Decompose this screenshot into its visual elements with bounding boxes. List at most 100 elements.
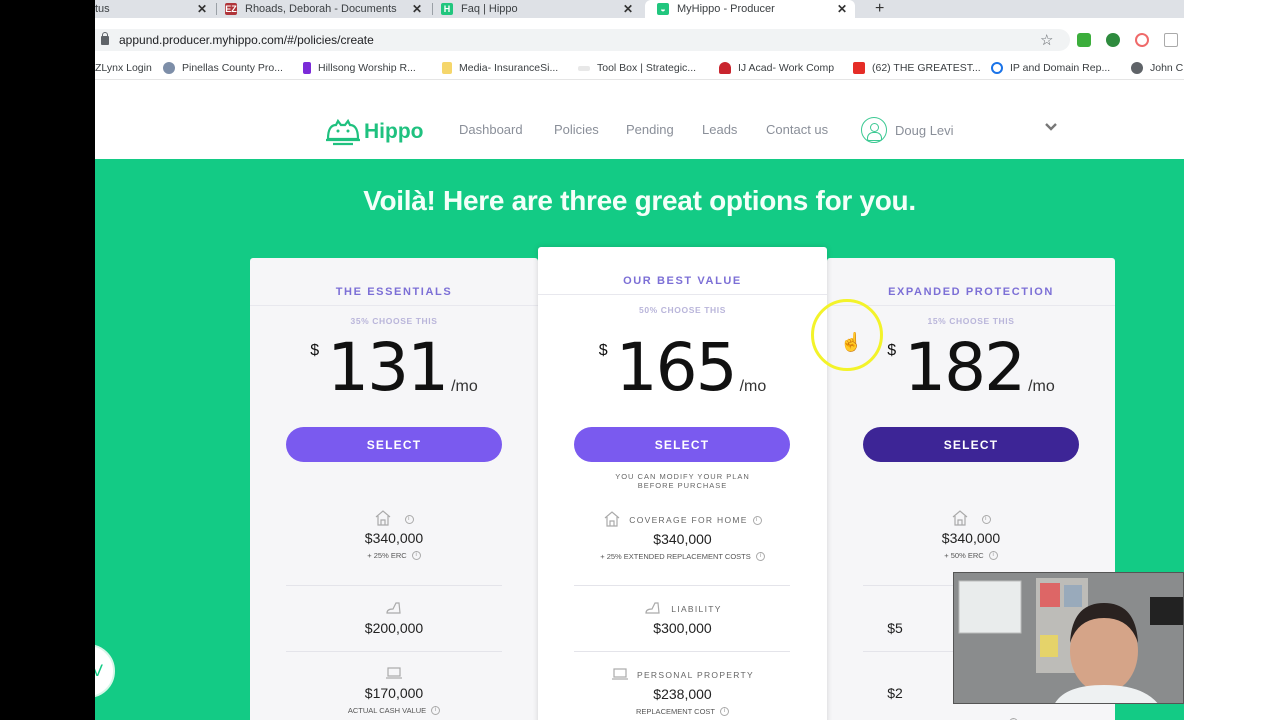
new-tab-button[interactable]: + [875,0,884,18]
info-icon[interactable]: i [720,707,730,716]
bookmark-youtube[interactable]: (62) THE GREATEST... [853,62,981,74]
bookmark-john[interactable]: John C [1131,62,1183,74]
bookmark-label: Tool Box | Strategic... [597,62,697,74]
divider [574,651,790,652]
modify-note-line: BEFORE PURCHASE [637,481,728,490]
bookmark-label: IJ Acad- Work Comp [738,62,835,74]
coverage-property-sub: REPLACEMENT COSTi [827,713,1115,720]
mountain-icon [578,65,590,71]
hippo-logo[interactable]: Hippo [324,117,423,147]
side-avatar-badge[interactable]: AV [95,644,115,698]
extension-green-icon[interactable] [1077,33,1091,47]
bookmark-label: (62) THE GREATEST... [872,62,981,74]
circle-icon [991,62,1003,74]
price-period: /mo [739,378,767,395]
screen-edge [1184,0,1280,720]
tab-status[interactable]: tus ✕ [95,0,215,18]
globe-icon [1131,62,1143,74]
close-tab-icon[interactable]: ✕ [412,2,422,16]
info-icon[interactable]: i [982,514,991,524]
bookmark-label: Pinellas County Pro... [182,62,283,74]
bookmark-ip-domain[interactable]: IP and Domain Rep... [991,62,1110,74]
house-icon [374,510,392,528]
close-tab-icon[interactable]: ✕ [623,2,633,16]
site-header: Hippo Dashboard Policies Pending Leads C… [95,81,1184,159]
user-name: Doug Levi [895,122,954,138]
price-amount: 165 [615,329,738,406]
select-best-value-button[interactable]: SELECT [574,427,790,462]
nav-leads[interactable]: Leads [702,122,737,137]
choose-percent: 35% CHOOSE THIS [350,316,438,326]
presenter-video-icon [954,573,1183,703]
tab-label: Faq | Hippo [461,3,518,15]
tab-label: tus [95,3,110,15]
user-avatar-icon [861,117,887,143]
house-icon [951,510,969,528]
coverage-value: $340,000 [941,530,1001,546]
currency: $ [887,342,897,359]
tab-myhippo-producer[interactable]: ◒ MyHippo - Producer ✕ [645,0,855,18]
coverage-value: $340,000 [364,530,424,546]
close-tab-icon[interactable]: ✕ [197,2,207,16]
tab-separator [432,3,433,15]
ij-icon [719,62,731,74]
nav-pending[interactable]: Pending [626,122,674,137]
coverage-sub: + 25% ERC [367,551,407,560]
divider [286,651,502,652]
bookmark-zlynx[interactable]: ZLynx Login [95,62,152,74]
chevron-down-icon[interactable] [1043,120,1059,134]
info-icon[interactable]: i [431,706,441,715]
bookmark-pinellas[interactable]: Pinellas County Pro... [163,62,283,74]
coverage-liability: LIABILITY $300,000 [538,601,827,636]
info-icon[interactable]: i [405,514,414,524]
currency: $ [310,342,320,359]
extension-swirl-icon[interactable] [1135,33,1149,47]
coverage-label: COVERAGE FOR HOME [629,515,748,525]
url-text: appund.producer.myhippo.com/#/policies/c… [119,33,374,47]
modify-note-line: YOU CAN MODIFY YOUR PLAN [615,472,750,481]
user-menu[interactable]: Doug Levi [861,117,954,143]
info-icon[interactable]: i [411,551,421,560]
close-tab-icon[interactable]: ✕ [837,2,847,16]
coverage-value: $200,000 [364,620,424,636]
nav-contact-us[interactable]: Contact us [766,122,828,137]
coverage-value: $238,000 [653,686,712,702]
price-amount: 182 [904,329,1026,406]
divider [574,585,790,586]
info-icon[interactable]: i [755,552,765,561]
nav-dashboard[interactable]: Dashboard [459,122,523,137]
bookmark-label: IP and Domain Rep... [1010,62,1111,74]
bookmark-toolbox[interactable]: Tool Box | Strategic... [578,62,696,74]
tab-faq-hippo[interactable]: H Faq | Hippo ✕ [441,0,641,18]
hippo-mascot-icon [326,118,360,146]
pandora-icon [303,62,311,74]
tab-strip: tus ✕ EZ Rhoads, Deborah - Documents ✕ H… [95,0,1184,18]
nav-policies[interactable]: Policies [554,122,599,137]
select-essentials-button[interactable]: SELECT [286,427,502,462]
coverage-value: $340,000 [653,531,712,547]
tab-label: MyHippo - Producer [677,3,775,15]
info-icon[interactable]: i [988,551,998,560]
extension-calendar-icon[interactable] [1164,33,1178,47]
info-icon[interactable]: i [752,515,762,525]
tab-rhoads-documents[interactable]: EZ Rhoads, Deborah - Documents ✕ [225,0,430,18]
bookmark-media[interactable]: Media- InsuranceSi... [442,62,558,74]
logo-text: Hippo [364,120,424,143]
plan-price: $ 165 /mo [538,329,827,406]
address-bar: appund.producer.myhippo.com/#/policies/c… [95,18,1184,58]
url-input[interactable]: appund.producer.myhippo.com/#/policies/c… [95,29,1070,51]
bookmark-label: Hillsong Worship R... [318,62,416,74]
tab-separator [216,3,217,15]
bookmark-ij-acad[interactable]: IJ Acad- Work Comp [719,62,834,74]
plan-title: OUR BEST VALUE [623,275,742,287]
coverage-value: $300,000 [653,620,712,636]
browser-window: tus ✕ EZ Rhoads, Deborah - Documents ✕ H… [95,0,1184,720]
bookmark-hillsong[interactable]: Hillsong Worship R... [303,62,416,74]
extension-check-icon[interactable] [1106,33,1120,47]
select-expanded-button[interactable]: SELECT [863,427,1079,462]
coverage-home: i $340,000 + 25% ERC i [250,510,538,560]
liability-shoe-icon [384,601,404,617]
bookmark-star-icon[interactable]: ☆ [1040,31,1053,49]
coverage-home: COVERAGE FOR HOME i $340,000 + 25% EXTEND… [538,511,827,561]
tab-label: Rhoads, Deborah - Documents [245,3,397,15]
